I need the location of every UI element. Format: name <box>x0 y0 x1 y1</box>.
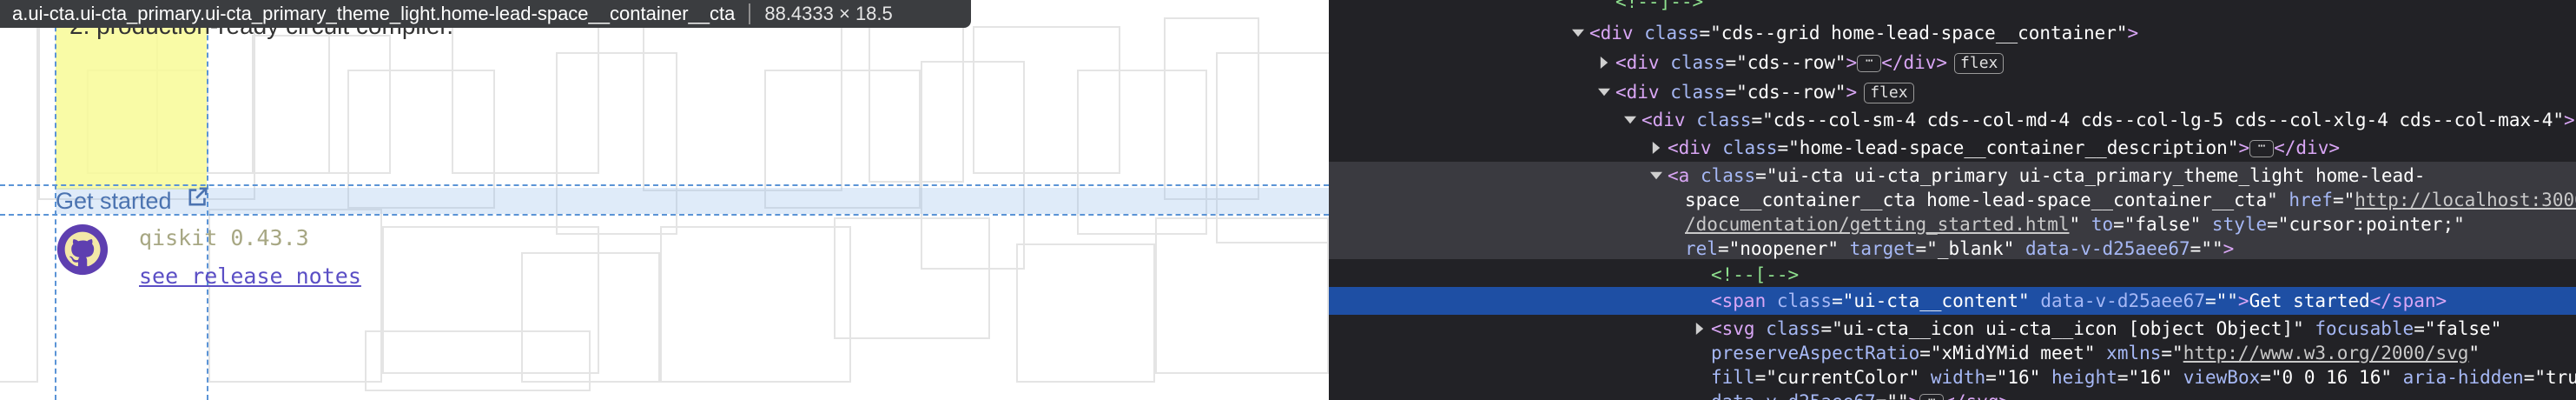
grid-cell <box>0 26 38 383</box>
page-preview: 2. production-ready circuit compiler. Ge… <box>0 0 1329 400</box>
devtools-dom-panel: <!--]--> <div class="cds--grid home-lead… <box>1329 0 2576 400</box>
grid-cell <box>1155 217 1329 374</box>
href-link[interactable]: http://localhost:3000 <box>2355 190 2576 210</box>
expanded-triangle-icon[interactable] <box>1650 170 1662 182</box>
inspector-tooltip: a.ui-cta.ui-cta_primary.ui-cta_primary_t… <box>0 0 971 28</box>
grid-cell <box>365 330 591 391</box>
element-highlight-box <box>56 188 1329 214</box>
tooltip-dimensions: 88.4333 × 18.5 <box>764 3 893 24</box>
dom-node-row[interactable]: <div class="cds--row"> flex <box>1598 78 1914 106</box>
tooltip-selector: a.ui-cta.ui-cta_primary.ui-cta_primary_t… <box>12 3 736 24</box>
xmlns-link[interactable]: http://www.w3.org/2000/svg <box>2183 343 2469 363</box>
github-icon <box>56 223 109 276</box>
dom-node-description[interactable]: <div class="home-lead-space__container__… <box>1652 134 2340 162</box>
grid-cell <box>834 217 990 339</box>
dom-comment[interactable]: <!--[--> <box>1711 261 1799 289</box>
dom-comment[interactable]: <!--]--> <box>1615 0 1703 16</box>
grid-cell <box>1016 243 1155 383</box>
dom-node-grid[interactable]: <div class="cds--grid home-lead-space__c… <box>1572 19 2138 47</box>
dom-attr-continuation: data-v-d25aee67="">⋯</svg> <box>1711 388 2010 400</box>
expanded-triangle-icon[interactable] <box>1624 114 1636 126</box>
guide-line <box>0 214 1329 216</box>
href-link[interactable]: /documentation/getting_started.html <box>1685 214 2070 235</box>
ellipsis-badge[interactable]: ⋯ <box>2249 140 2275 157</box>
collapsed-triangle-icon[interactable] <box>1694 323 1706 335</box>
ellipsis-badge[interactable]: ⋯ <box>1857 55 1882 72</box>
expanded-triangle-icon[interactable] <box>1598 86 1610 98</box>
collapsed-triangle-icon[interactable] <box>1650 142 1662 154</box>
dom-node-span-selected[interactable]: <span class="ui-cta__content" data-v-d25… <box>1711 287 2447 315</box>
launch-icon <box>188 187 208 206</box>
dom-node-col[interactable]: <div class="cds--col-sm-4 cds--col-md-4 … <box>1624 106 2575 134</box>
version-text: qiskit 0.43.3 <box>139 225 309 250</box>
collapsed-triangle-icon[interactable] <box>1598 57 1610 69</box>
dom-attr-continuation: rel="noopener" target="_blank" data-v-d2… <box>1685 238 2235 259</box>
flex-badge[interactable]: flex <box>1864 83 1914 103</box>
ellipsis-badge[interactable]: ⋯ <box>1919 394 1945 400</box>
dom-node-row-collapsed[interactable]: <div class="cds--row"> ⋯ </div> flex <box>1600 49 2005 77</box>
grid-cell <box>660 226 851 383</box>
release-notes-link[interactable]: see release notes <box>139 263 361 290</box>
flex-badge[interactable]: flex <box>1954 53 2005 74</box>
get-started-link[interactable]: Get started <box>56 188 172 214</box>
tooltip-separator <box>749 3 751 24</box>
expanded-triangle-icon[interactable] <box>1572 27 1584 39</box>
